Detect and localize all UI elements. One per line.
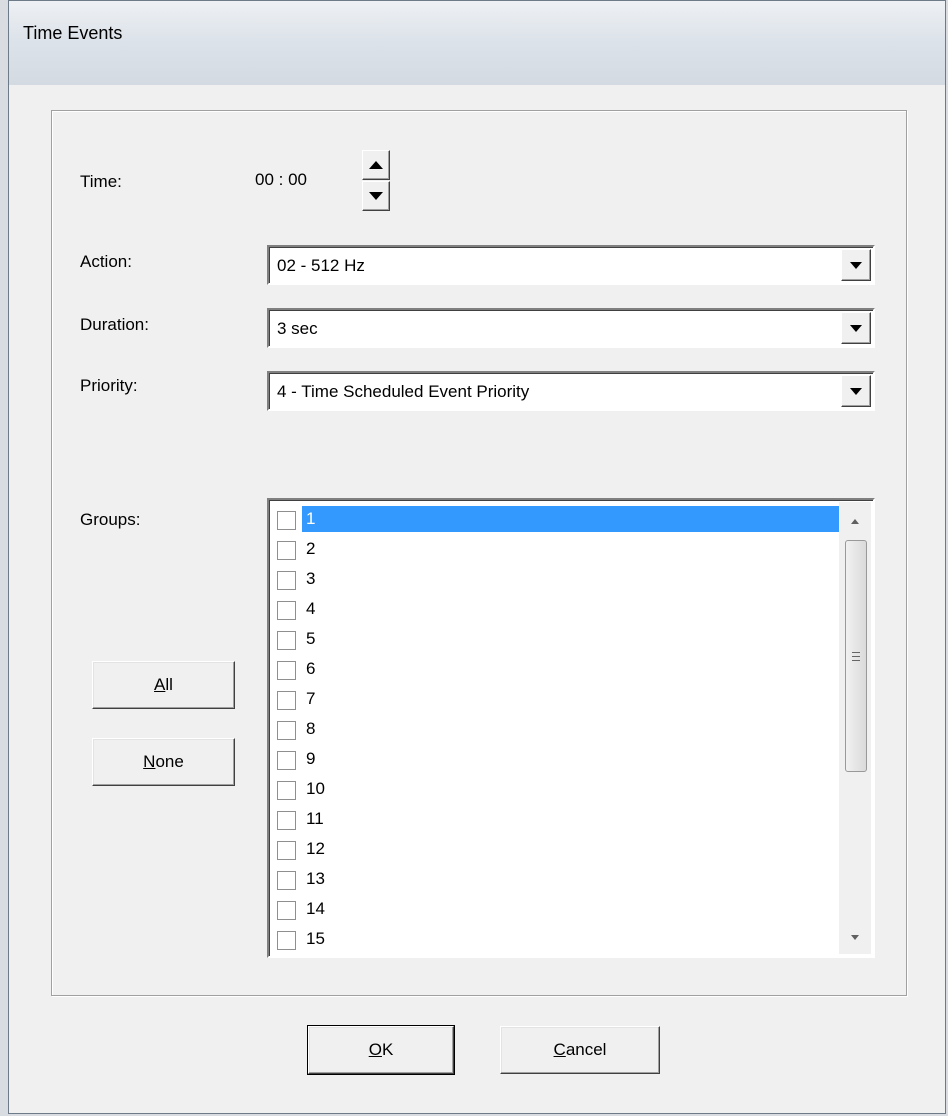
group-checkbox[interactable] <box>277 751 296 770</box>
priority-dropdown-button[interactable] <box>841 375 871 407</box>
group-item-label: 5 <box>306 629 316 648</box>
action-label: Action: <box>80 252 132 271</box>
duration-dropdown-button[interactable] <box>841 312 871 344</box>
chevron-down-icon <box>850 261 862 269</box>
all-label-rest: ll <box>165 675 173 694</box>
list-item[interactable]: 2 <box>272 532 842 562</box>
list-item[interactable]: 7 <box>272 682 842 712</box>
ok-label-rest: K <box>381 1040 394 1059</box>
group-checkbox[interactable] <box>277 781 296 800</box>
none-button[interactable]: None <box>92 738 235 786</box>
list-item[interactable]: 11 <box>272 802 842 832</box>
group-item-label: 8 <box>306 719 316 738</box>
list-item[interactable]: 12 <box>272 832 842 862</box>
arrow-down-icon <box>851 934 859 940</box>
group-checkbox[interactable] <box>277 541 296 560</box>
list-item[interactable]: 5 <box>272 622 842 652</box>
group-item-label: 13 <box>306 869 325 888</box>
list-item[interactable]: 6 <box>272 652 842 682</box>
time-label: Time: <box>80 172 122 191</box>
group-checkbox[interactable] <box>277 931 296 950</box>
chevron-down-icon <box>850 324 862 332</box>
group-checkbox[interactable] <box>277 631 296 650</box>
ok-accel: O <box>368 1040 382 1059</box>
group-checkbox[interactable] <box>277 721 296 740</box>
action-dropdown-button[interactable] <box>841 249 871 281</box>
list-item[interactable]: 14 <box>272 892 842 922</box>
duration-combobox[interactable]: 3 sec <box>267 308 875 348</box>
scroll-thumb[interactable] <box>845 540 867 772</box>
group-checkbox[interactable] <box>277 811 296 830</box>
group-item-label: 4 <box>306 599 316 618</box>
arrow-up-icon <box>851 518 859 524</box>
arrow-down-icon <box>369 192 383 200</box>
group-checkbox[interactable] <box>277 571 296 590</box>
group-checkbox[interactable] <box>277 511 296 530</box>
group-item-label: 14 <box>306 899 325 918</box>
group-checkbox[interactable] <box>277 691 296 710</box>
list-item[interactable]: 15 <box>272 922 842 952</box>
ok-button[interactable]: OK <box>307 1025 455 1075</box>
time-value[interactable]: 00 : 00 <box>255 170 307 190</box>
group-checkbox[interactable] <box>277 661 296 680</box>
list-item[interactable]: 1 <box>272 502 842 532</box>
groups-checklist[interactable]: 1 2 3 4 5 6 7 8 9 10 11 12 13 14 15 <box>267 498 875 958</box>
group-checkbox[interactable] <box>277 901 296 920</box>
group-item-label: 6 <box>306 659 316 678</box>
cancel-accel: C <box>553 1040 566 1059</box>
list-item[interactable]: 4 <box>272 592 842 622</box>
group-checkbox[interactable] <box>277 871 296 890</box>
all-button[interactable]: All <box>92 661 235 709</box>
time-spin-down-button[interactable] <box>362 181 390 211</box>
action-value: 02 - 512 Hz <box>277 256 365 275</box>
list-item[interactable]: 8 <box>272 712 842 742</box>
group-item-label: 1 <box>302 506 842 532</box>
groups-scrollbar[interactable] <box>839 502 871 954</box>
list-item[interactable]: 9 <box>272 742 842 772</box>
group-item-label: 7 <box>306 689 316 708</box>
group-item-label: 11 <box>306 809 324 828</box>
title-bar[interactable]: Time Events <box>9 1 945 85</box>
list-item[interactable]: 10 <box>272 772 842 802</box>
none-accel: N <box>143 752 156 771</box>
arrow-up-icon <box>369 161 383 169</box>
group-item-label: 3 <box>306 569 316 588</box>
group-checkbox[interactable] <box>277 601 296 620</box>
scroll-up-button[interactable] <box>839 506 871 536</box>
group-item-label: 15 <box>306 929 325 948</box>
list-item[interactable]: 3 <box>272 562 842 592</box>
priority-combobox[interactable]: 4 - Time Scheduled Event Priority <box>267 371 875 411</box>
chevron-down-icon <box>850 387 862 395</box>
priority-value: 4 - Time Scheduled Event Priority <box>277 382 530 401</box>
group-item-label: 9 <box>306 749 316 768</box>
none-label-rest: one <box>155 752 184 771</box>
group-checkbox[interactable] <box>277 841 296 860</box>
scroll-down-button[interactable] <box>839 922 871 952</box>
cancel-button[interactable]: Cancel <box>500 1026 660 1074</box>
cancel-label-rest: ancel <box>565 1040 607 1059</box>
group-item-label: 10 <box>306 779 325 798</box>
priority-label: Priority: <box>80 376 138 395</box>
duration-value: 3 sec <box>277 319 318 338</box>
all-accel: A <box>154 675 166 694</box>
list-item[interactable]: 13 <box>272 862 842 892</box>
time-spin-up-button[interactable] <box>362 150 390 180</box>
duration-label: Duration: <box>80 315 149 334</box>
group-item-label: 12 <box>306 839 325 858</box>
group-item-label: 2 <box>306 539 316 558</box>
grip-icon <box>852 651 860 661</box>
groups-label: Groups: <box>80 510 141 529</box>
action-combobox[interactable]: 02 - 512 Hz <box>267 245 875 285</box>
window-title: Time Events <box>23 23 123 43</box>
